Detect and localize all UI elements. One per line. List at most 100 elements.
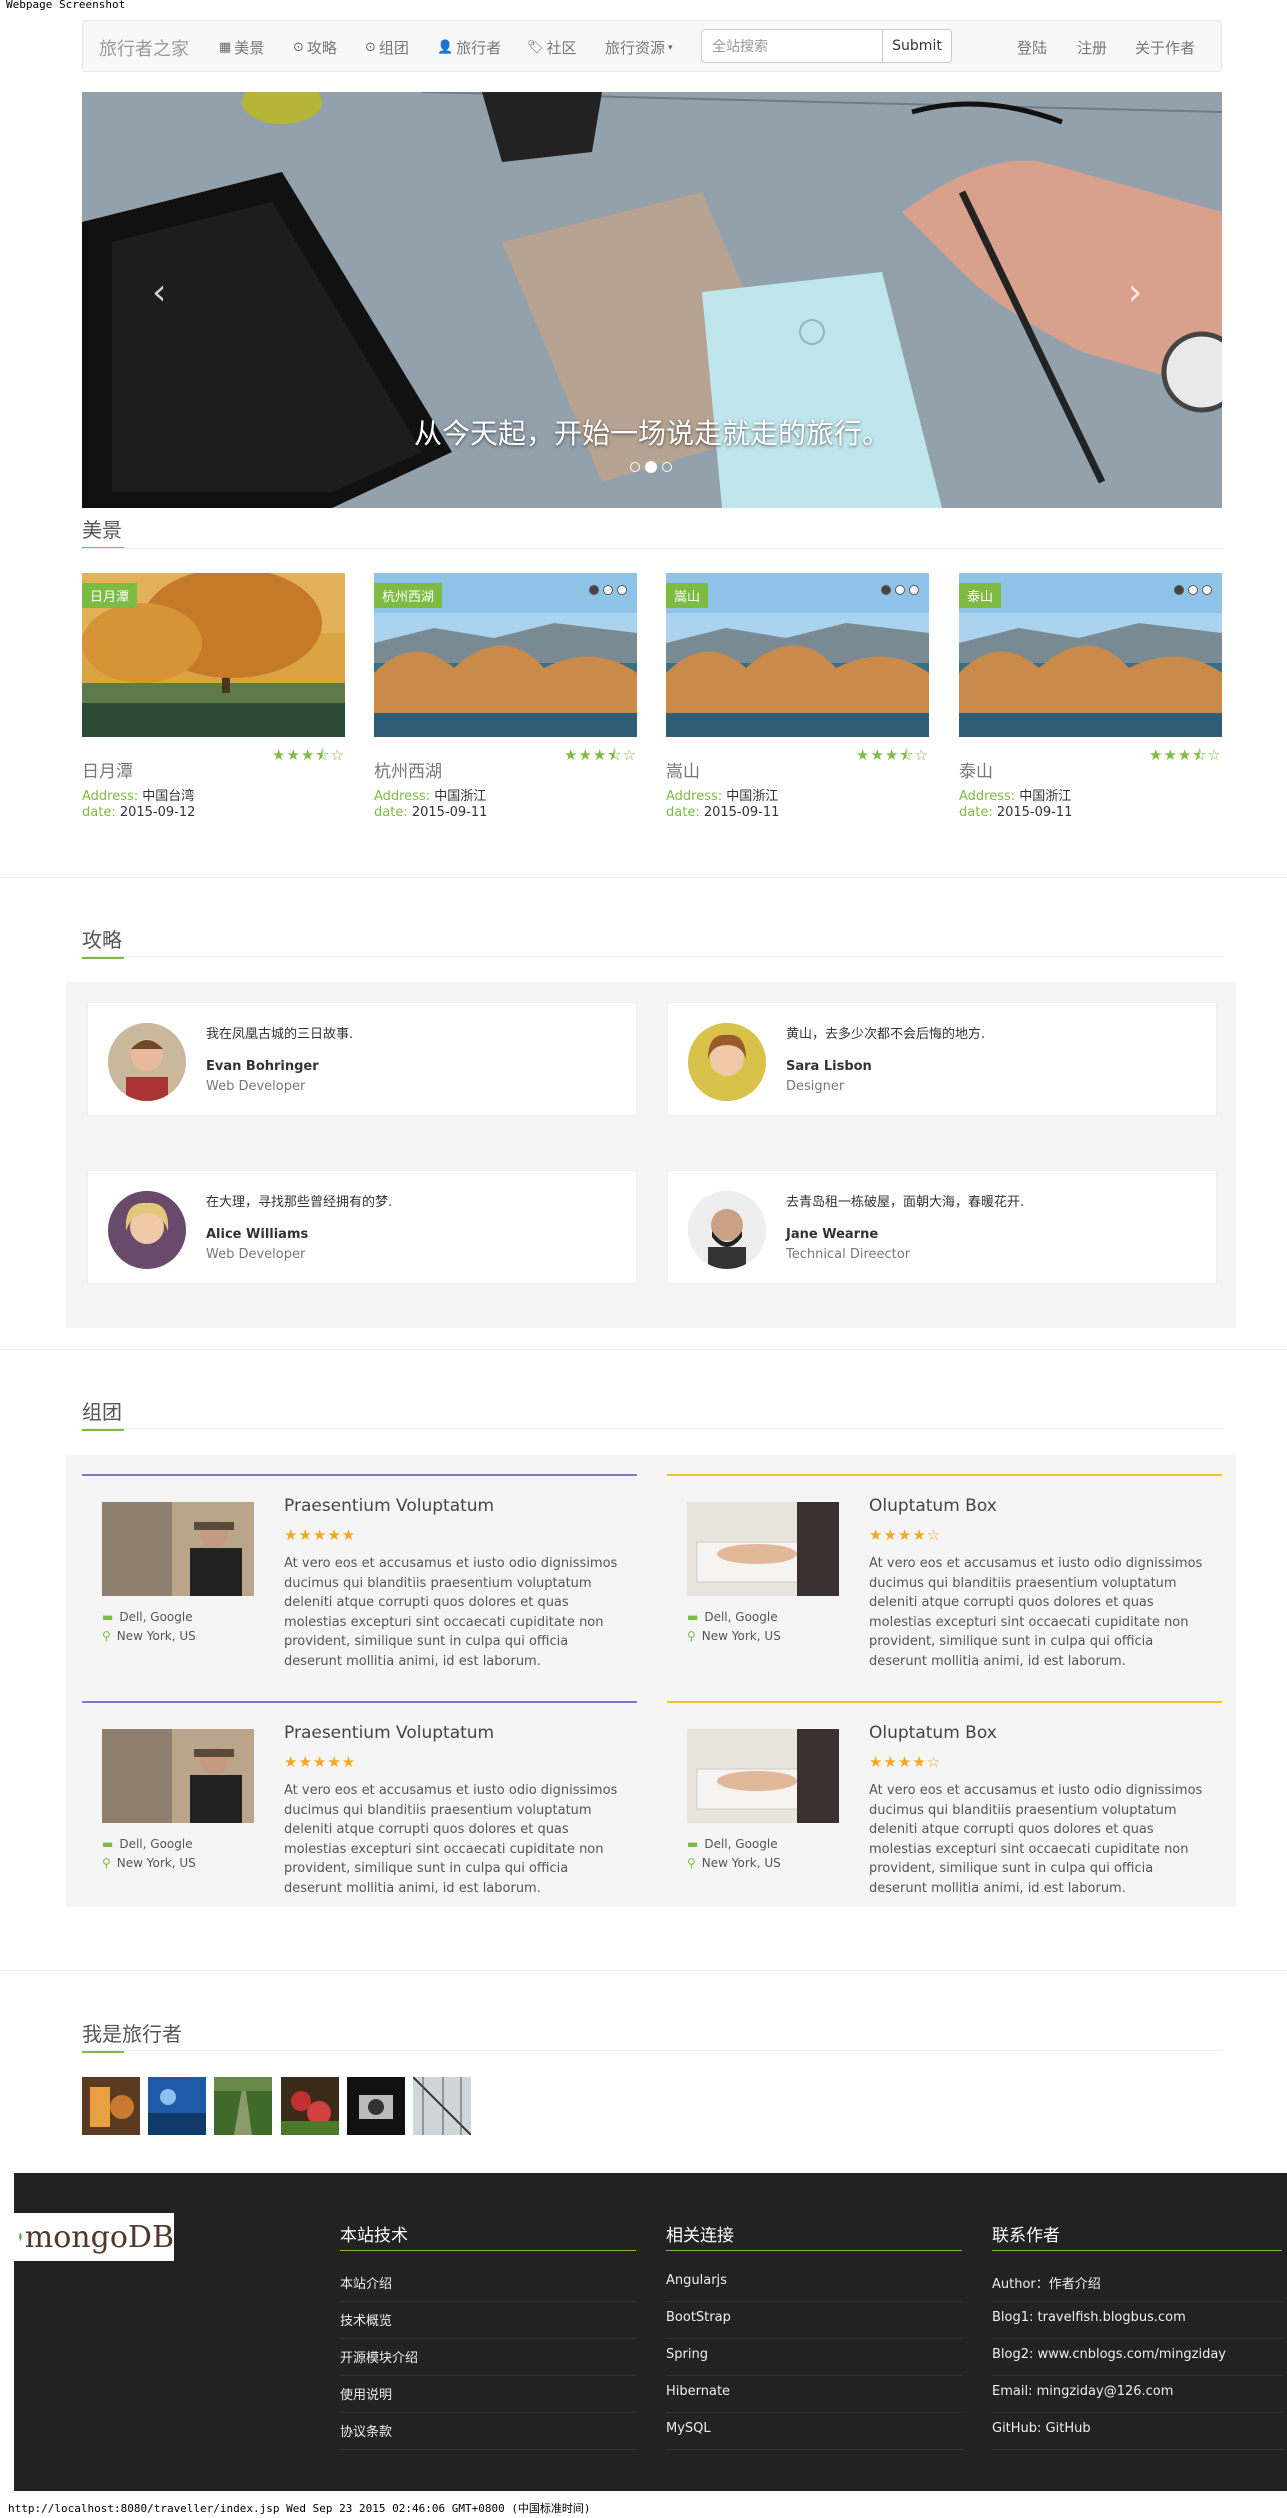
footer-link[interactable]: Angularjs [666,2265,962,2302]
brand-logo[interactable]: 旅行者之家 [99,35,189,61]
pager-dot[interactable] [1174,585,1184,595]
scenery-card[interactable]: 嵩山 嵩山 ★★★⯪☆ Address: 中国浙江 date: 2015-09-… [666,573,929,820]
date-value: 2015-09-12 [119,805,196,820]
footer-link[interactable]: 协议条款 [340,2413,636,2450]
section-title-guides: 攻略 [82,924,124,959]
group-title[interactable]: Oluptatum Box [869,1723,997,1743]
scenery-name: 嵩山 [666,762,700,782]
address-value: 中国浙江 [1019,789,1072,804]
testimonial-card[interactable]: 我在凤凰古城的三日故事. Evan Bohringer Web Develope… [87,1002,637,1116]
footer-link[interactable]: Spring [666,2339,962,2376]
footer-column-links: 相关连接 Angularjs BootStrap Spring Hibernat… [666,2221,962,2450]
pager-dot[interactable] [589,585,599,595]
traveler-thumbnail[interactable] [148,2077,206,2135]
nav-item-community[interactable]: 🏷 社区 [527,37,577,58]
login-link[interactable]: 登陆 [1017,37,1047,58]
search-input[interactable]: 全站搜索 [701,29,883,63]
group-item[interactable]: ▬ Dell, Google ⚲ New York, US Praesentium … [82,1701,637,1909]
scenery-tag: 嵩山 [666,583,709,608]
group-title[interactable]: Praesentium Voluptatum [284,1723,494,1743]
pager-dot[interactable] [909,585,919,595]
pager-dot[interactable] [603,585,613,595]
testimonial-card[interactable]: 在大理，寻找那些曾经拥有的梦. Alice Williams Web Devel… [87,1170,637,1284]
group-item[interactable]: ▬ Dell, Google ⚲ New York, US Oluptatum Bo… [667,1701,1222,1909]
group-company: ▬ Dell, Google [687,1610,778,1624]
pager-dot[interactable] [1188,585,1198,595]
nav-item-travelers[interactable]: 👤 旅行者 [437,37,501,58]
footer-link[interactable]: Blog2: www.cnblogs.com/mingziday [992,2339,1282,2376]
section-title-groups: 组团 [82,1396,124,1431]
traveler-thumbnail[interactable] [413,2077,471,2135]
scenery-name: 杭州西湖 [374,762,442,782]
footer-link[interactable]: Hibernate [666,2376,962,2413]
hero-carousel[interactable]: ‹ › 从今天起，开始一场说走就走的旅行。 [82,92,1222,508]
rating-stars: ★★★⯪☆ [856,746,929,764]
map-marker-icon: ⚲ [102,1856,111,1870]
top-navbar: 旅行者之家 ▦ 美景 ⊙ 攻略 ⊙ 组团 👤 旅行者 🏷 社区 旅行资源 ▾ 全站搜索 Su… [82,20,1222,72]
testimonial-name: Jane Wearne [786,1227,879,1242]
mongodb-leaf-icon [19,2232,22,2242]
scenery-tag: 杭州西湖 [374,583,443,608]
scenery-date: date: 2015-09-11 [666,805,779,820]
briefcase-icon: ▬ [687,1837,699,1851]
footer-link[interactable]: MySQL [666,2413,962,2450]
pager-dot[interactable] [617,585,627,595]
nav-item-groups[interactable]: ⊙ 组团 [365,37,409,58]
footer-link[interactable]: GitHub: GitHub [992,2413,1282,2450]
testimonial-name: Sara Lisbon [786,1059,872,1074]
scenery-card[interactable]: 杭州西湖 杭州西湖 ★★★⯪☆ Address: 中国浙江 date: 2015… [374,573,637,820]
carousel-indicator-3[interactable] [662,462,672,472]
group-description: At vero eos et accusamus et iusto odio d… [284,1783,618,1896]
footer-link[interactable]: Blog1: travelfish.blogbus.com [992,2302,1282,2339]
group-accent-bar [667,1474,1222,1476]
traveler-thumbnail[interactable] [347,2077,405,2135]
pager-dot[interactable] [881,585,891,595]
nav-item-resources-dropdown[interactable]: 旅行资源 ▾ [605,37,673,58]
testimonial-role: Designer [786,1079,845,1094]
testimonial-card[interactable]: 去青岛租一栋破屋，面朝大海，春暖花开. Jane Wearne Technica… [667,1170,1217,1284]
footer-link[interactable]: 使用说明 [340,2376,636,2413]
carousel-next-button[interactable]: › [1128,272,1142,313]
group-title[interactable]: Oluptatum Box [869,1496,997,1516]
group-item[interactable]: ▬ Dell, Google ⚲ New York, US Oluptatum Bo… [667,1474,1222,1682]
pager-dot[interactable] [895,585,905,595]
group-photo [102,1502,254,1596]
testimonial-card[interactable]: 黄山，去多少次都不会后悔的地方. Sara Lisbon Designer [667,1002,1217,1116]
pager-dot[interactable] [1202,585,1212,595]
footer-link[interactable]: BootStrap [666,2302,962,2339]
traveler-thumbnail[interactable] [214,2077,272,2135]
screenshot-header-label: Webpage Screenshot [6,0,126,11]
footer-link[interactable]: Email: mingziday@126.com [992,2376,1282,2413]
section-divider [0,877,1287,878]
footer-link[interactable]: 技术概览 [340,2302,636,2339]
group-location: ⚲ New York, US [687,1629,781,1643]
address-value: 中国浙江 [434,789,487,804]
footer-link[interactable]: 本站介绍 [340,2265,636,2302]
nav-item-scenery[interactable]: ▦ 美景 [219,37,264,58]
group-item[interactable]: ▬ Dell, Google ⚲ New York, US Praesentium … [82,1474,637,1682]
map-marker-icon: ⚲ [687,1629,696,1643]
footer-link[interactable]: Author：作者介绍 [992,2265,1282,2302]
register-link[interactable]: 注册 [1077,37,1107,58]
scenery-image: 嵩山 [666,573,929,737]
date-value: 2015-09-11 [996,805,1073,820]
mongodb-logo[interactable]: mongoDB [14,2213,174,2261]
section-divider [0,1970,1287,1971]
carousel-indicator-2[interactable] [645,461,657,473]
footer-link[interactable]: 开源模块介绍 [340,2339,636,2376]
traveler-thumbnail[interactable] [82,2077,140,2135]
carousel-indicator-1[interactable] [630,462,640,472]
grid-icon: ▦ [219,40,232,55]
scenery-card[interactable]: 泰山 泰山 ★★★⯪☆ Address: 中国浙江 date: 2015-09-… [959,573,1222,820]
group-location: ⚲ New York, US [687,1856,781,1870]
carousel-prev-button[interactable]: ‹ [152,272,166,313]
nav-item-guides[interactable]: ⊙ 攻略 [293,37,337,58]
group-title[interactable]: Praesentium Voluptatum [284,1496,494,1516]
search-submit-button[interactable]: Submit [882,29,952,63]
scenery-card[interactable]: 日月潭 日月潭 ★★★⯪☆ Address: 中国台湾 date: 2015-0… [82,573,345,820]
group-photo [687,1729,839,1823]
testimonial-role: Web Developer [206,1247,306,1262]
about-author-link[interactable]: 关于作者 [1135,37,1195,58]
traveler-thumbnail[interactable] [281,2077,339,2135]
briefcase-icon: ▬ [102,1610,114,1624]
